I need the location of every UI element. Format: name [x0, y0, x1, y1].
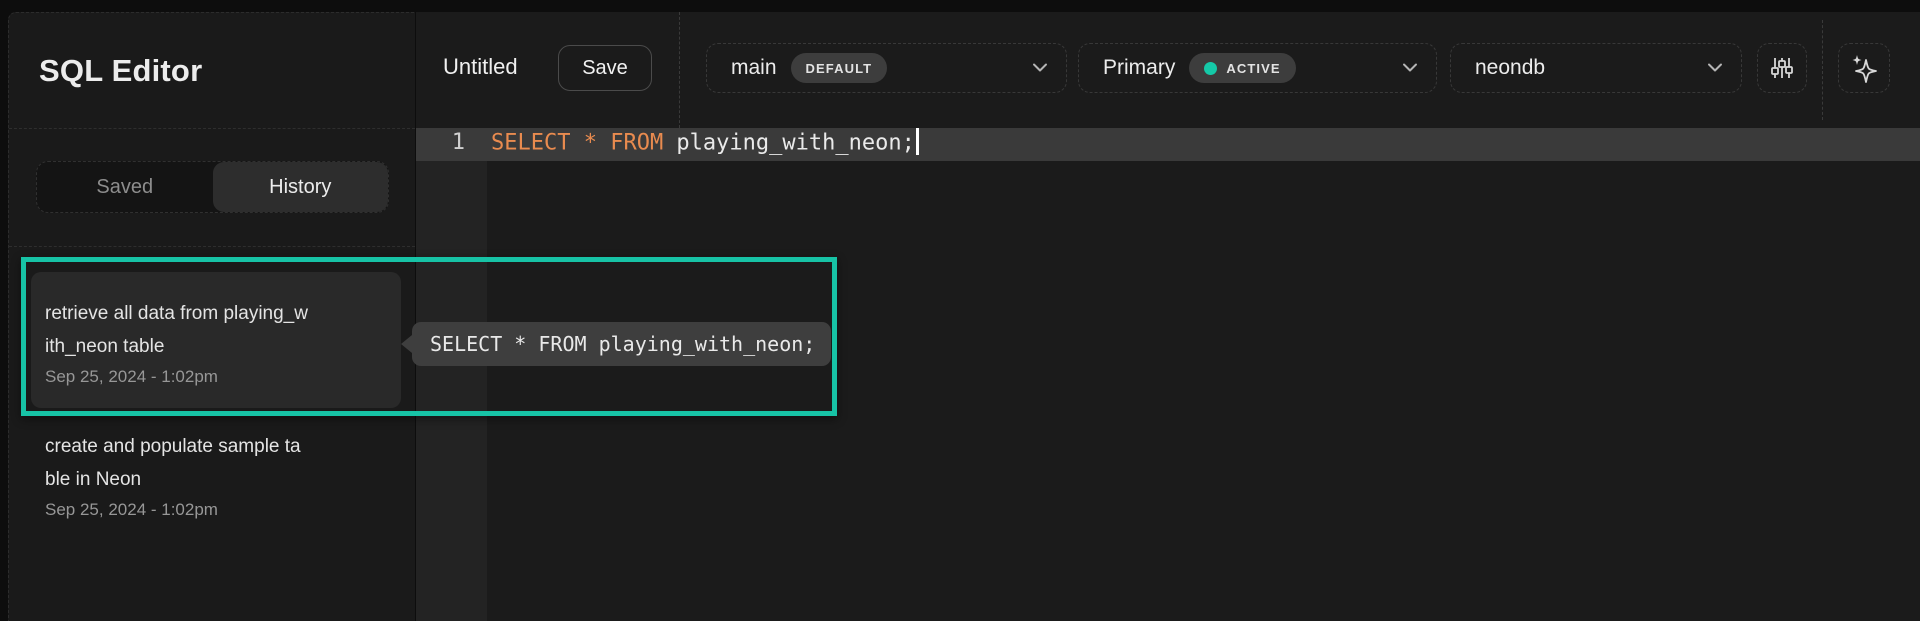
- header-divider: [1822, 20, 1823, 120]
- sql-editor-app: SQL Editor Saved History retrieve all da…: [0, 0, 1920, 621]
- active-badge-label: ACTIVE: [1226, 61, 1280, 76]
- query-title: Untitled: [443, 54, 518, 80]
- sidebar-divider: [9, 128, 415, 129]
- history-item-title: ble in Neon: [45, 463, 387, 496]
- query-preview-tooltip: SELECT * FROM playing_with_neon;: [412, 322, 831, 366]
- history-item[interactable]: create and populate sample ta ble in Neo…: [31, 430, 401, 524]
- history-item-title: create and populate sample ta: [45, 430, 387, 463]
- active-badge: ACTIVE: [1189, 53, 1295, 83]
- history-item-title: retrieve all data from playing_w: [45, 297, 387, 330]
- status-dot: [1204, 62, 1217, 75]
- editor-panel: Untitled Save main DEFAULT Primary ACTIV…: [416, 12, 1920, 621]
- branch-select[interactable]: main DEFAULT: [706, 43, 1067, 93]
- default-badge: DEFAULT: [791, 53, 888, 83]
- tab-history[interactable]: History: [213, 162, 389, 212]
- editor-settings-button[interactable]: [1757, 43, 1807, 93]
- line-number: 1: [447, 130, 465, 155]
- sql-keywords: SELECT * FROM: [491, 131, 663, 156]
- branch-select-value: main: [731, 56, 777, 80]
- database-select[interactable]: neondb: [1450, 43, 1742, 93]
- sql-identifier: playing_with_neon;: [663, 131, 915, 156]
- sliders-icon: [1768, 54, 1796, 82]
- sidebar: SQL Editor Saved History retrieve all da…: [8, 12, 415, 621]
- compute-select[interactable]: Primary ACTIVE: [1078, 43, 1437, 93]
- compute-select-value: Primary: [1103, 56, 1175, 80]
- chevron-down-icon: [1032, 63, 1048, 73]
- sparkle-icon: [1848, 52, 1880, 84]
- ai-assistant-button[interactable]: [1838, 43, 1890, 93]
- history-item-title: ith_neon table: [45, 330, 387, 363]
- history-item-selected[interactable]: retrieve all data from playing_w ith_neo…: [31, 272, 401, 408]
- query-preview-sql: SELECT * FROM playing_with_neon;: [430, 332, 815, 356]
- chevron-down-icon: [1707, 63, 1723, 73]
- text-cursor: [916, 128, 919, 155]
- saved-history-tabs: Saved History: [36, 161, 389, 213]
- header-divider: [679, 12, 680, 128]
- history-item-timestamp: Sep 25, 2024 - 1:02pm: [45, 363, 387, 391]
- sidebar-divider: [9, 246, 415, 247]
- line-number-gutter: [416, 161, 487, 621]
- active-code-line[interactable]: 1 SELECT * FROM playing_with_neon;: [416, 128, 1920, 161]
- page-title: SQL Editor: [39, 53, 202, 89]
- database-select-value: neondb: [1475, 56, 1545, 80]
- chevron-down-icon: [1402, 63, 1418, 73]
- history-item-timestamp: Sep 25, 2024 - 1:02pm: [45, 496, 387, 524]
- tab-saved[interactable]: Saved: [37, 162, 213, 212]
- sql-code[interactable]: SELECT * FROM playing_with_neon;: [491, 130, 919, 157]
- save-button[interactable]: Save: [558, 45, 652, 91]
